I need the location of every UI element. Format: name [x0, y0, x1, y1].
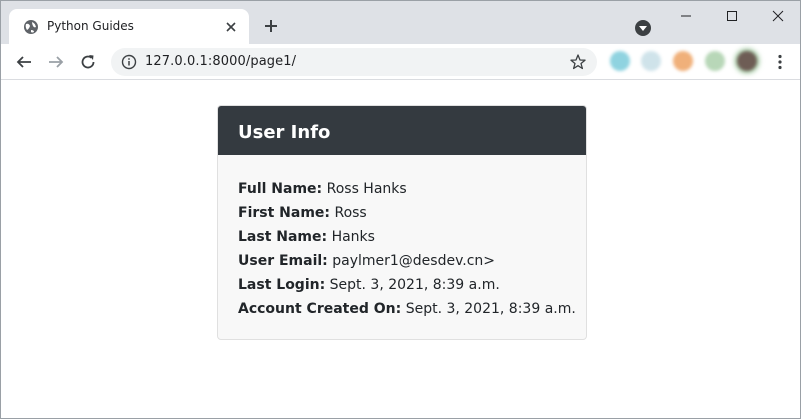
last-name-row: Last Name: Hanks	[238, 225, 566, 249]
extension-icon[interactable]	[673, 51, 693, 71]
minimize-icon[interactable]	[663, 1, 709, 31]
window-close-icon[interactable]	[755, 1, 801, 31]
field-label: Last Name:	[238, 229, 328, 245]
tab-python-guides[interactable]: Python Guides	[9, 9, 249, 44]
url-text[interactable]: 127.0.0.1:8000/page1/	[145, 54, 296, 69]
account-created-row: Account Created On: Sept. 3, 2021, 8:39 …	[238, 297, 576, 321]
forward-arrow-icon[interactable]	[47, 53, 65, 71]
field-value: Ross Hanks	[326, 181, 407, 197]
card-body: Full Name: Ross Hanks First Name: Ross L…	[218, 155, 586, 321]
card-title: User Info	[238, 122, 331, 143]
user-email-row: User Email: paylmer1@desdev.cn>	[238, 249, 566, 273]
field-label: Last Login:	[238, 277, 326, 293]
last-login-row: Last Login: Sept. 3, 2021, 8:39 a.m.	[238, 273, 566, 297]
full-name-row: Full Name: Ross Hanks	[238, 177, 566, 201]
extension-icon[interactable]	[705, 51, 725, 71]
maximize-icon[interactable]	[709, 1, 755, 31]
bookmark-star-icon[interactable]	[569, 53, 587, 71]
field-value: Sept. 3, 2021, 8:39 a.m.	[405, 301, 576, 317]
user-info-card: User Info Full Name: Ross Hanks First Na…	[217, 105, 587, 340]
field-label: Full Name:	[238, 181, 323, 197]
globe-icon	[24, 20, 38, 34]
tab-title: Python Guides	[47, 19, 134, 33]
field-value: Ross	[334, 205, 367, 221]
field-value: Hanks	[331, 229, 375, 245]
close-icon[interactable]	[223, 19, 239, 35]
tab-search-icon[interactable]	[635, 20, 651, 36]
browser-toolbar: 127.0.0.1:8000/page1/	[1, 44, 800, 80]
extension-icon[interactable]	[610, 51, 630, 71]
more-vert-icon[interactable]	[773, 53, 787, 71]
card-header: User Info	[218, 106, 586, 155]
info-icon[interactable]	[121, 54, 137, 70]
tab-strip: Python Guides	[1, 1, 800, 44]
field-label: User Email:	[238, 253, 328, 269]
profile-avatar[interactable]	[737, 51, 757, 71]
field-label: Account Created On:	[238, 301, 402, 317]
address-bar[interactable]: 127.0.0.1:8000/page1/	[111, 48, 597, 76]
browser-window: Python Guides 127.0.0.1:8000/page1/ User…	[0, 0, 801, 419]
back-arrow-icon[interactable]	[15, 53, 33, 71]
extension-icon[interactable]	[641, 51, 661, 71]
first-name-row: First Name: Ross	[238, 201, 566, 225]
field-value: Sept. 3, 2021, 8:39 a.m.	[329, 277, 500, 293]
reload-icon[interactable]	[79, 53, 97, 71]
plus-icon[interactable]	[263, 18, 279, 34]
field-label: First Name:	[238, 205, 331, 221]
field-value: paylmer1@desdev.cn>	[332, 253, 496, 269]
